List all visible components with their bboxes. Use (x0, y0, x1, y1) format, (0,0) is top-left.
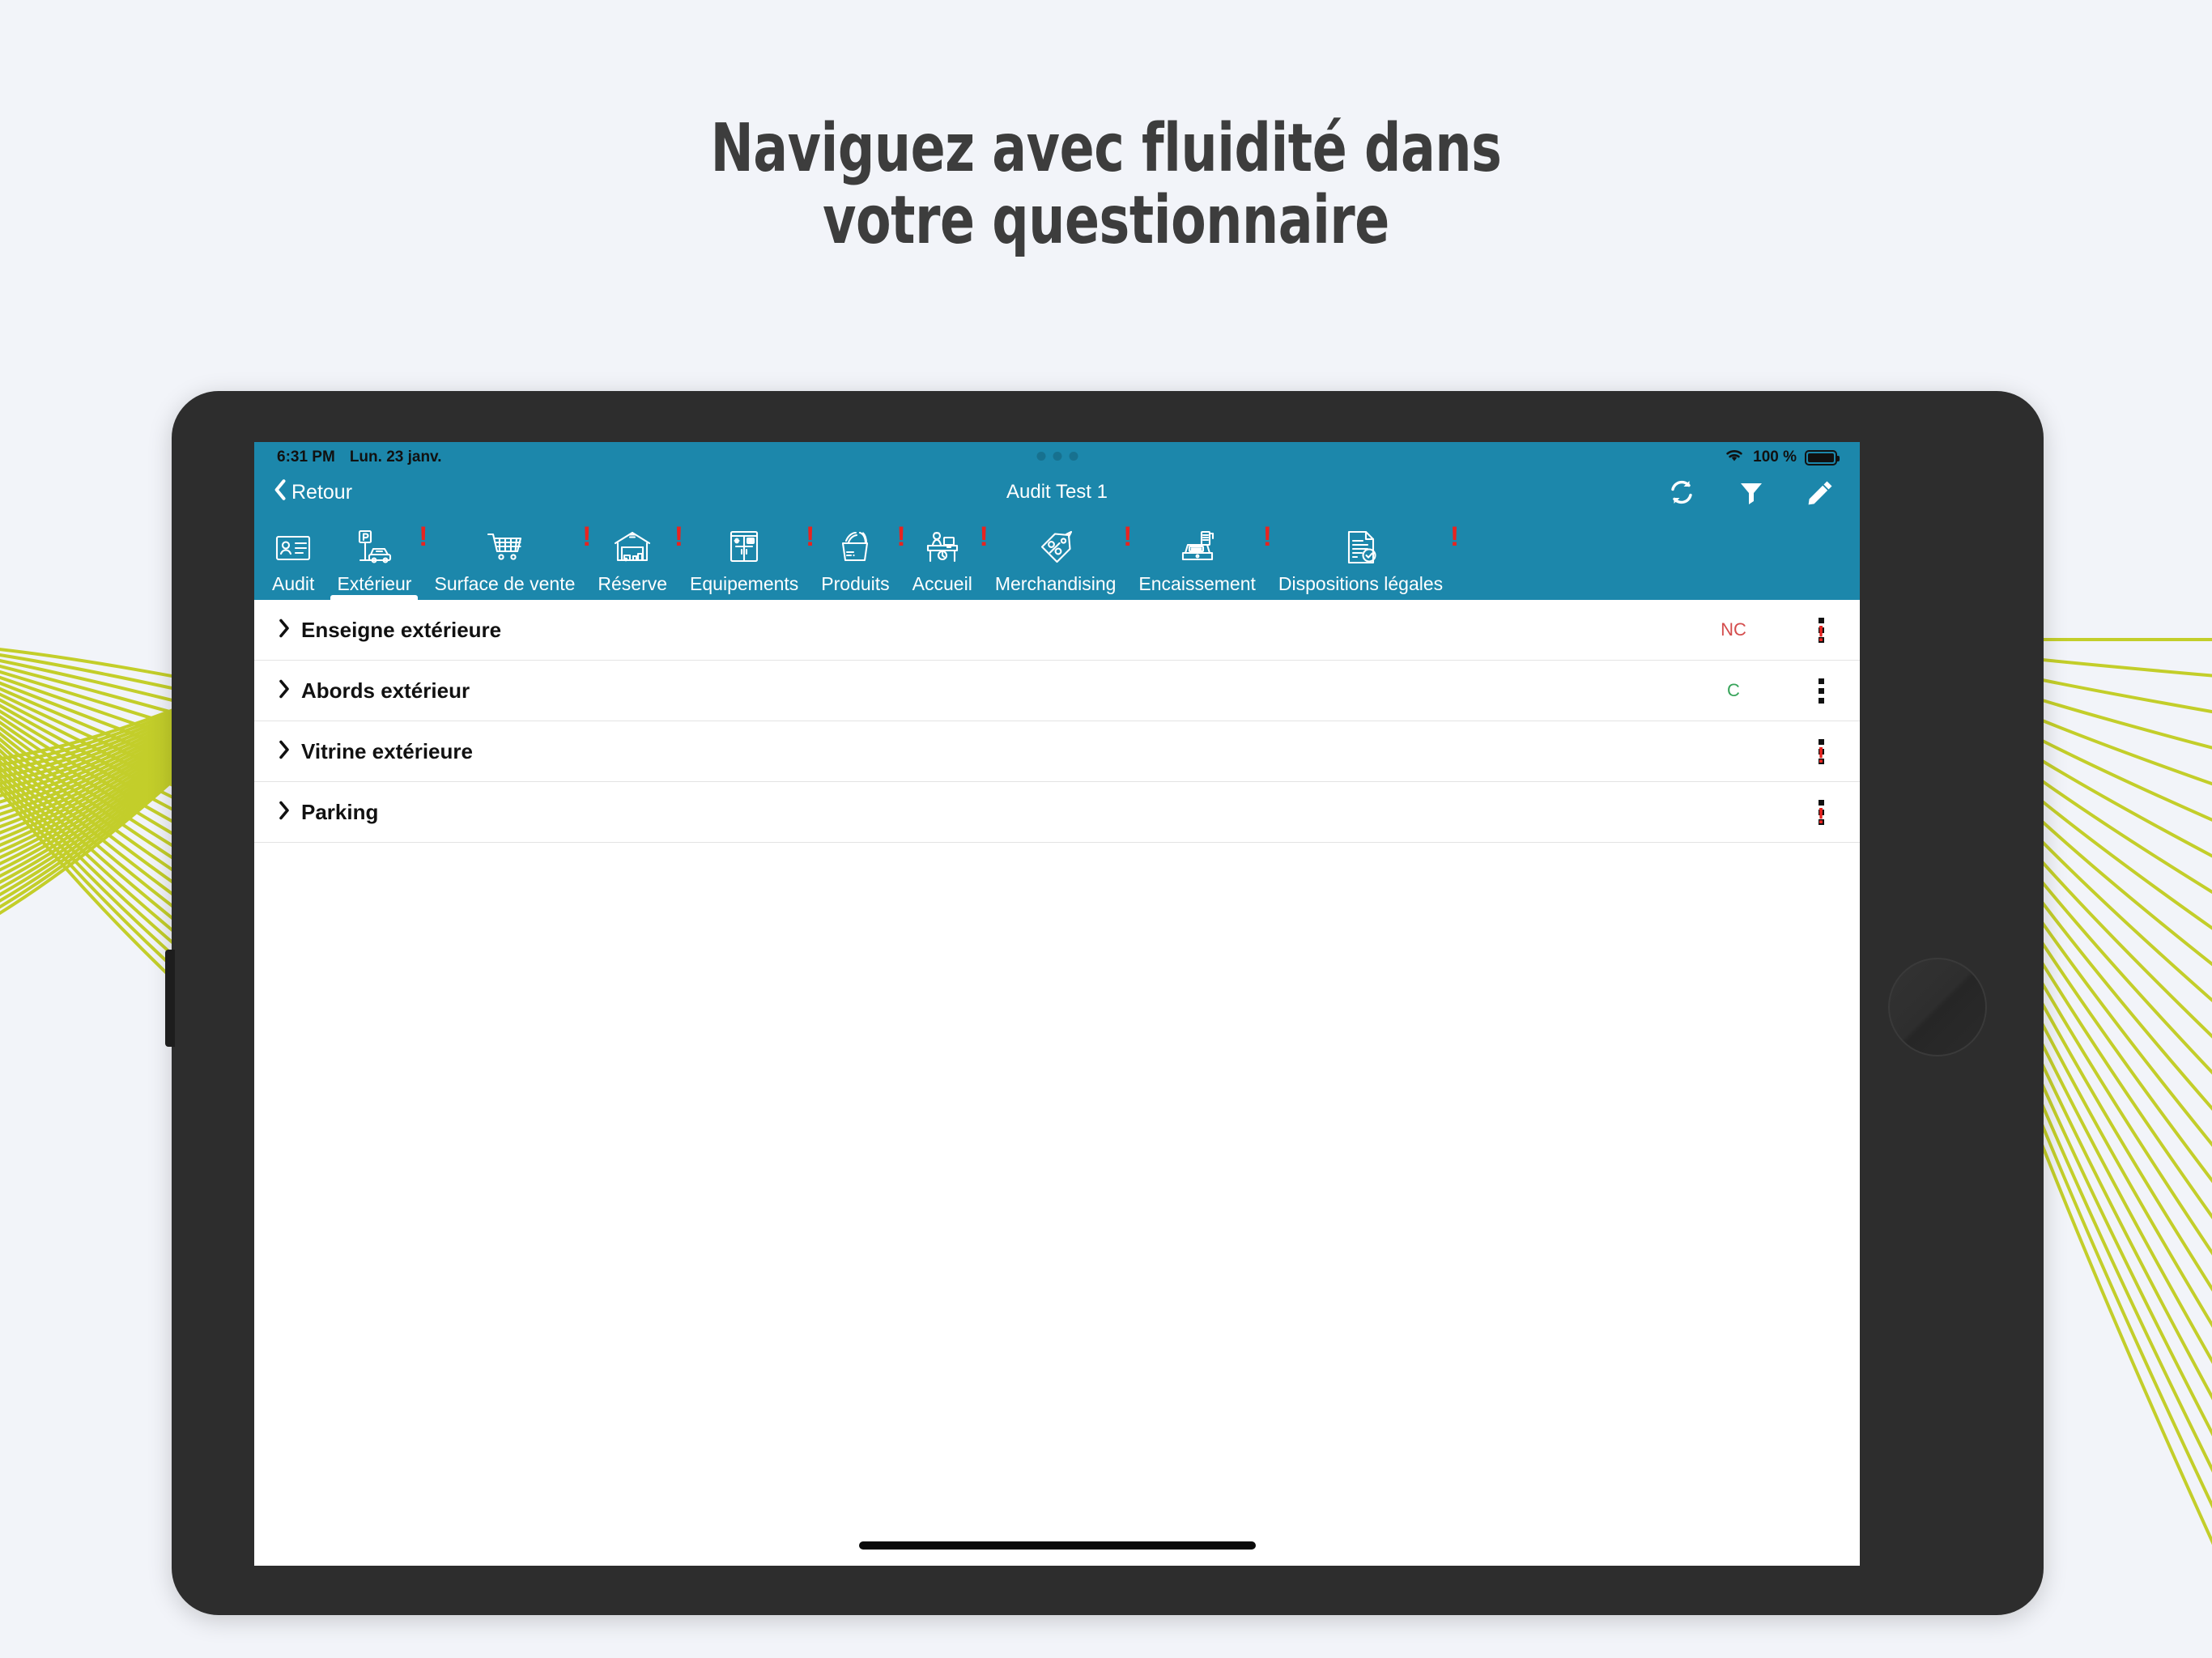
fridge-cabinet-icon (725, 525, 764, 568)
status-bar-time: 6:31 PM (277, 449, 335, 466)
back-button[interactable]: Retour (274, 478, 353, 506)
more-vertical-icon[interactable] (1782, 678, 1860, 704)
section-tab-bar: Audit Extérieur! Surface de vente! Réser… (254, 512, 1860, 600)
battery-full-icon (1805, 449, 1840, 466)
tab-dispositions-l-gales[interactable]: Dispositions légales! (1267, 512, 1459, 600)
row-title: Enseigne extérieure (301, 617, 502, 642)
tab-label: Produits (821, 573, 890, 594)
headline-line-1: Naviguez avec fluidité dans (710, 110, 1502, 187)
multitask-dots-handle[interactable] (1036, 452, 1078, 461)
home-indicator (858, 1541, 1256, 1550)
row-title: Abords extérieur (301, 678, 470, 703)
tab-label: Accueil (912, 573, 972, 594)
tab-encaissement[interactable]: Encaissement! (1127, 512, 1271, 600)
chevron-left-icon (274, 478, 286, 506)
id-card-icon (274, 525, 313, 568)
wifi-icon (1724, 448, 1745, 468)
status-badge: NC (1721, 619, 1746, 640)
price-tag-percent-icon (1036, 525, 1075, 568)
tab-r-serve[interactable]: Réserve! (586, 512, 683, 600)
status-badge: C (1727, 680, 1740, 700)
headline-line-2: votre questionnaire (823, 181, 1389, 259)
tab-label: Dispositions légales (1278, 573, 1444, 594)
table-row[interactable]: Enseigne extérieure NC! (254, 600, 1860, 661)
tab-label: Réserve (598, 573, 668, 594)
tab-audit[interactable]: Audit (261, 512, 325, 600)
sync-button[interactable] (1668, 478, 1695, 506)
tab-label: Encaissement (1138, 573, 1256, 594)
grocery-basket-icon (836, 525, 874, 568)
more-vertical-icon[interactable]: ! (1782, 738, 1860, 767)
row-title: Vitrine extérieure (301, 738, 473, 763)
cash-register-icon (1178, 525, 1217, 568)
row-menu-dots (1818, 678, 1824, 704)
battery-percent-label: 100 % (1753, 449, 1797, 466)
filter-button[interactable] (1738, 479, 1764, 505)
tablet-screen: 6:31 PM Lun. 23 janv. 100 % Retour Audit… (254, 442, 1860, 1566)
status-bar: 6:31 PM Lun. 23 janv. 100 % (254, 442, 1860, 473)
row-alert-badge-icon: ! (1817, 802, 1825, 828)
chevron-right-icon[interactable] (279, 619, 290, 641)
warehouse-icon (613, 525, 652, 568)
edit-button[interactable] (1807, 479, 1834, 506)
row-title: Parking (301, 799, 379, 824)
tab-label: Audit (272, 573, 315, 594)
shopping-cart-icon (485, 525, 524, 568)
tab-alert-badge-icon: ! (1449, 521, 1460, 552)
table-row[interactable]: Vitrine extérieure! (254, 721, 1860, 782)
row-alert-badge-icon: ! (1817, 620, 1825, 646)
tab-equipements[interactable]: Equipements! (678, 512, 815, 600)
tab-label: Equipements (690, 573, 799, 594)
table-row[interactable]: Abords extérieur C (254, 661, 1860, 721)
marketing-headline: Naviguez avec fluidité dans votre questi… (155, 113, 2057, 257)
reception-desk-icon (923, 525, 962, 568)
table-row[interactable]: Parking! (254, 782, 1860, 843)
question-group-list: Enseigne extérieure NC! Abords extérieur C V… (254, 600, 1860, 843)
more-vertical-icon[interactable]: ! (1782, 617, 1860, 646)
page-title: Audit Test 1 (1006, 481, 1108, 503)
document-check-icon (1342, 525, 1380, 568)
tab-accueil[interactable]: Accueil! (901, 512, 989, 600)
tab-surface-de-vente[interactable]: Surface de vente! (423, 512, 591, 600)
tab-label: Surface de vente (434, 573, 576, 594)
tab-merchandising[interactable]: Merchandising! (984, 512, 1133, 600)
status-bar-date: Lun. 23 janv. (349, 449, 442, 466)
parking-car-icon (355, 525, 393, 568)
tab-ext-rieur[interactable]: Extérieur! (325, 512, 428, 600)
home-button[interactable] (1888, 958, 1987, 1056)
tab-label: Extérieur (337, 573, 412, 594)
tab-label: Merchandising (994, 573, 1117, 594)
tab-produits[interactable]: Produits! (810, 512, 905, 600)
chevron-right-icon[interactable] (279, 679, 290, 702)
chevron-right-icon[interactable] (279, 740, 290, 763)
more-vertical-icon[interactable]: ! (1782, 799, 1860, 828)
navigation-bar: Retour Audit Test 1 (254, 473, 1860, 512)
row-alert-badge-icon: ! (1817, 742, 1825, 767)
chevron-right-icon[interactable] (279, 801, 290, 823)
tablet-device-frame: 6:31 PM Lun. 23 janv. 100 % Retour Audit… (165, 391, 2044, 1615)
back-button-label: Retour (291, 480, 353, 504)
